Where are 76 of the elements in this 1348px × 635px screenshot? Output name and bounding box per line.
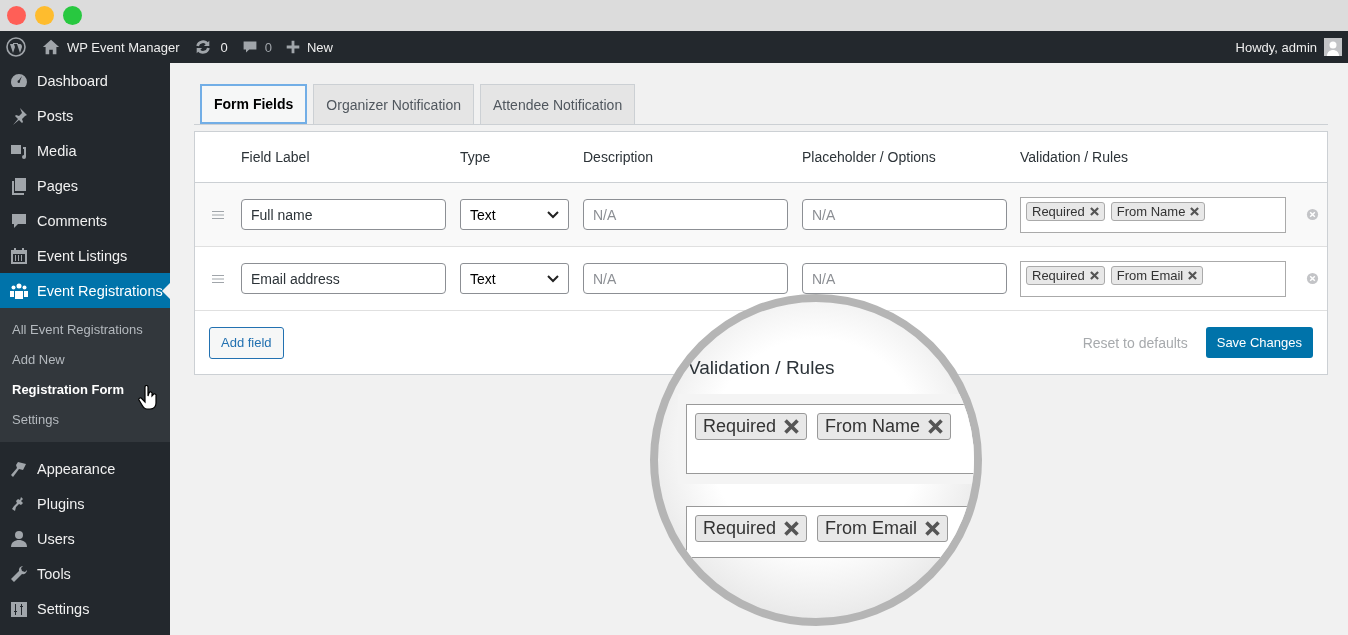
menu-item[interactable]: Event Registrations (0, 273, 170, 308)
rule-tag: From Email (817, 515, 949, 542)
menu-item[interactable]: Media (0, 133, 170, 168)
menu-item[interactable]: Comments (0, 203, 170, 238)
rules-field[interactable]: Required From Name (1020, 196, 1286, 233)
calendar-icon (9, 245, 29, 266)
remove-icon (925, 521, 941, 536)
remove-icon (928, 419, 944, 434)
menu-item[interactable]: Pages (0, 168, 170, 203)
window-control[interactable] (35, 6, 54, 25)
tab[interactable]: Organizer Notification (313, 84, 474, 124)
placeholder-field[interactable]: N/A (802, 199, 1007, 230)
comments-link[interactable]: 0 (241, 38, 272, 56)
delete-row-icon[interactable] (1306, 272, 1319, 285)
menu-item[interactable]: Plugins (0, 486, 170, 521)
tab[interactable]: Form Fields (200, 84, 308, 124)
type-dropdown[interactable]: Text (460, 199, 569, 230)
rule-tag: Required (1026, 265, 1105, 285)
chevron-down-icon (547, 274, 559, 283)
save-changes-button[interactable]: Save Changes (1205, 327, 1313, 358)
drag-handle-icon[interactable] (212, 210, 224, 219)
submenu-item[interactable]: Settings (0, 405, 170, 435)
type-dropdown[interactable]: Text (460, 263, 569, 294)
tab[interactable]: Attendee Notification (480, 84, 636, 124)
menu-item[interactable]: Dashboard (0, 63, 170, 98)
column-header: Type (460, 149, 492, 165)
column-header: Validation / Rules (1020, 149, 1129, 165)
placeholder-field[interactable]: N/A (802, 263, 1007, 294)
menu-item[interactable]: Settings (0, 591, 170, 626)
column-header: Description (583, 149, 655, 165)
magnified-heading: Validation / Rules (688, 357, 835, 379)
user-icon (9, 528, 29, 549)
rule-tag: From Name (817, 413, 952, 440)
add-field-button[interactable]: Add field (209, 326, 284, 359)
pages-icon (9, 175, 29, 196)
home-icon (42, 38, 60, 56)
submenu-item[interactable]: All Event Registrations (0, 315, 170, 345)
wordpress-logo-icon[interactable] (6, 37, 26, 57)
rule-tag: Required (1026, 201, 1105, 221)
hand-cursor-icon (138, 385, 158, 411)
remove-icon (784, 521, 800, 536)
rule-tag: Required (695, 413, 808, 440)
window-control[interactable] (63, 6, 82, 25)
site-link[interactable]: WP Event Manager (42, 38, 180, 56)
description-field[interactable]: N/A (583, 263, 788, 294)
column-header: Field Label (241, 149, 311, 165)
plus-icon (285, 40, 300, 54)
window-control[interactable] (7, 6, 26, 25)
wrench-icon (9, 563, 29, 584)
remove-icon[interactable] (1089, 206, 1099, 216)
avatar-icon (1324, 38, 1342, 56)
label-field[interactable]: Full name (241, 199, 446, 230)
submenu-item[interactable]: Add New (0, 345, 170, 375)
new-link[interactable]: New (285, 39, 333, 55)
account-link[interactable]: Howdy, admin (1235, 38, 1342, 56)
delete-row-icon[interactable] (1306, 208, 1319, 221)
chevron-down-icon (547, 210, 559, 219)
menu-item[interactable]: Event Listings (0, 238, 170, 273)
label-field[interactable]: Email address (241, 263, 446, 294)
remove-icon[interactable] (1188, 270, 1198, 280)
rules-field[interactable]: Required From Email (1020, 260, 1286, 297)
column-header: Placeholder / Options (802, 149, 937, 165)
remove-icon[interactable] (1089, 270, 1099, 280)
remove-icon[interactable] (1190, 206, 1200, 216)
rule-tag: From Email (1110, 265, 1204, 285)
submenu-item[interactable]: Registration Form (0, 375, 170, 405)
remove-icon (784, 419, 800, 434)
menu-item[interactable]: Users (0, 521, 170, 556)
menu-item[interactable]: Tools (0, 556, 170, 591)
menu-item[interactable]: Posts (0, 98, 170, 133)
drag-handle-icon[interactable] (212, 274, 224, 283)
updates-link[interactable]: 0 (193, 38, 228, 56)
rule-tag: Required (695, 515, 808, 542)
rule-tag: From Name (1110, 201, 1206, 221)
description-field[interactable]: N/A (583, 199, 788, 230)
menu-item[interactable]: Appearance (0, 451, 170, 486)
